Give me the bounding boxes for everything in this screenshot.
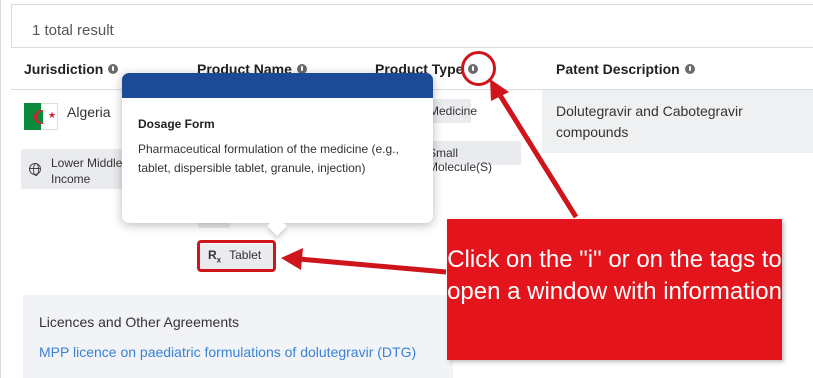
popover-title: Dosage Form [138, 117, 215, 131]
header-jurisdiction-label: Jurisdiction [24, 61, 104, 77]
income-tag[interactable]: Lower Middle Income [21, 149, 126, 189]
arrow-head-tablet [281, 248, 303, 270]
licences-title: Licences and Other Agreements [39, 314, 240, 330]
info-icon-highlight [461, 51, 496, 86]
tablet-highlight-box [197, 240, 276, 272]
info-icon[interactable] [684, 64, 695, 74]
licence-link[interactable]: MPP licence on paediatric formulations o… [39, 344, 416, 360]
popover-body: Pharmaceutical formulation of the medici… [138, 142, 399, 175]
header-jurisdiction: Jurisdiction [24, 61, 119, 77]
info-icon[interactable] [108, 64, 119, 74]
patent-description-text: Dolutegravir and Cabotegravir compounds [556, 103, 743, 140]
product-type-tag-small-molecule[interactable]: Small Molecule(S) [421, 141, 521, 174]
dosage-form-popover: Dosage Form Pharmaceutical formulation o… [122, 73, 433, 236]
popover-arrow [267, 216, 287, 236]
product-type-tag-label: Medicine [429, 104, 478, 118]
country-name: Algeria [67, 104, 111, 120]
licences-section [23, 295, 453, 378]
income-tag-label: Lower Middle Income [51, 156, 123, 186]
arrow-to-tablet-tag [298, 256, 447, 275]
globe-icon [29, 163, 41, 176]
result-count: 1 total result [32, 22, 114, 39]
product-type-tag-label: Small Molecule(S) [428, 146, 493, 174]
results-summary-bar: 1 total result [11, 4, 813, 48]
algeria-flag: ★ [24, 103, 58, 130]
header-patent-description: Patent Description [556, 61, 695, 77]
popover-header [122, 73, 433, 98]
header-patent-description-label: Patent Description [556, 61, 680, 77]
results-panel: 1 total result Jurisdiction Product Name… [0, 0, 813, 378]
annotation-callout: Click on the "i" or on the tags to open … [447, 219, 782, 360]
